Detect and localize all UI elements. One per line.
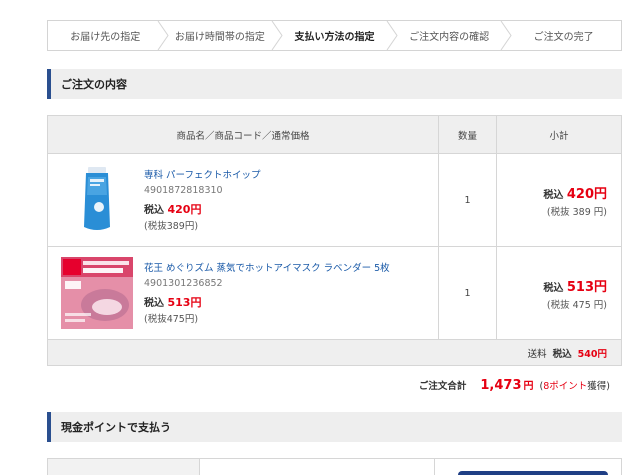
product-price: 税込 513円 (144, 294, 390, 310)
apply-points-button[interactable] (458, 471, 608, 475)
price-value: 420円 (167, 202, 202, 216)
shipping-prefix: 税込 (552, 348, 572, 360)
product-tube-image (84, 167, 110, 230)
step-order-complete: ご注文の完了 (506, 21, 621, 50)
subtotal-cell: 税込 420円 (税抜 389 円) (497, 154, 621, 246)
product-image[interactable] (60, 163, 134, 237)
step-chevron-icon (500, 21, 512, 50)
section-title: 現金ポイントで支払う (61, 421, 171, 434)
price-prefix: 税込 (144, 297, 164, 309)
price-prefix: 税込 (144, 204, 164, 216)
points-action-cell (435, 459, 621, 475)
step-chevron-icon (157, 21, 169, 50)
step-label: ご注文の完了 (533, 32, 594, 43)
subtotal-prefix: 税込 (543, 282, 564, 294)
points-earned: 8ポイント (543, 381, 588, 392)
points-label-cell (48, 459, 200, 475)
header-qty: 数量 (439, 116, 497, 153)
shipping-row: 送料 税込 540円 (48, 340, 621, 365)
subtotal-ex-tax: (税抜 389 円) (546, 206, 607, 218)
price-ex-tax: (税抜389円) (144, 220, 199, 232)
total-yen: 円 (523, 381, 534, 392)
step-order-confirm: ご注文内容の確認 (392, 21, 512, 50)
header-product: 商品名／商品コード／通常価格 (48, 116, 439, 153)
step-label: お届け時間帯の指定 (174, 32, 265, 43)
subtotal-value: 420円 (566, 186, 607, 202)
total-value: 1,473 (480, 378, 522, 393)
shipping-label: 送料 (527, 348, 547, 360)
product-image[interactable] (60, 256, 134, 330)
points-input-cell (200, 459, 435, 475)
points-section-header: 現金ポイントで支払う (47, 412, 622, 442)
order-total: ご注文合計 1,473 円 ( 8ポイント 獲得) (419, 377, 610, 393)
step-chevron-icon (386, 21, 398, 50)
subtotal-price: 税込 420円 (543, 183, 607, 202)
header-subtotal: 小計 (549, 130, 569, 142)
subtotal-prefix: 税込 (543, 189, 564, 201)
step-payment-method: 支払い方法の指定 (277, 21, 398, 50)
price-ex-tax: (税抜475円) (144, 313, 199, 325)
subtotal-cell: 税込 513円 (税抜 475 円) (497, 247, 621, 339)
step-delivery-address: お届け先の指定 (48, 21, 169, 50)
shipping-value: 540円 (577, 348, 607, 360)
product-price: 税込 420円 (144, 201, 260, 217)
product-code: 4901872818310 (144, 184, 223, 196)
table-header: 商品名／商品コード／通常価格 数量 小計 (48, 116, 621, 154)
table-row: 専科 パーフェクトホイップ 4901872818310 税込 420円 (税抜3… (48, 154, 621, 247)
points-suffix: 獲得) (587, 381, 610, 392)
product-name-link[interactable]: 花王 めぐりズム 蒸気でホットアイマスク ラベンダー 5枚 (144, 262, 390, 275)
checkout-steps: お届け先の指定 お届け時間帯の指定 支払い方法の指定 ご注文内容の確認 ご注文の… (47, 20, 622, 51)
section-title: ご注文の内容 (61, 78, 127, 91)
qty-cell: 1 (439, 154, 497, 246)
product-cell: 花王 めぐりズム 蒸気でホットアイマスク ラベンダー 5枚 4901301236… (48, 247, 439, 339)
price-value: 513円 (167, 295, 202, 309)
step-delivery-time: お届け時間帯の指定 (163, 21, 283, 50)
order-table: 商品名／商品コード／通常価格 数量 小計 専科 パーフェクトホイップ 49018… (47, 115, 622, 366)
step-label: ご注文内容の確認 (409, 32, 490, 43)
total-label: ご注文合計 (418, 381, 467, 392)
subtotal-price: 税込 513円 (543, 276, 607, 295)
product-code: 4901301236852 (144, 277, 223, 289)
step-label: 支払い方法の指定 (294, 32, 375, 43)
points-payment-box (47, 458, 622, 475)
qty-cell: 1 (439, 247, 497, 339)
product-cell: 専科 パーフェクトホイップ 4901872818310 税込 420円 (税抜3… (48, 154, 439, 246)
product-eyemask-image (61, 257, 133, 329)
subtotal-ex-tax: (税抜 475 円) (546, 299, 607, 311)
order-section-header: ご注文の内容 (47, 69, 622, 99)
subtotal-value: 513円 (566, 279, 607, 295)
step-chevron-icon (271, 21, 283, 50)
product-name-link[interactable]: 専科 パーフェクトホイップ (144, 169, 260, 182)
table-row: 花王 めぐりズム 蒸気でホットアイマスク ラベンダー 5枚 4901301236… (48, 247, 621, 340)
step-label: お届け先の指定 (70, 32, 141, 43)
